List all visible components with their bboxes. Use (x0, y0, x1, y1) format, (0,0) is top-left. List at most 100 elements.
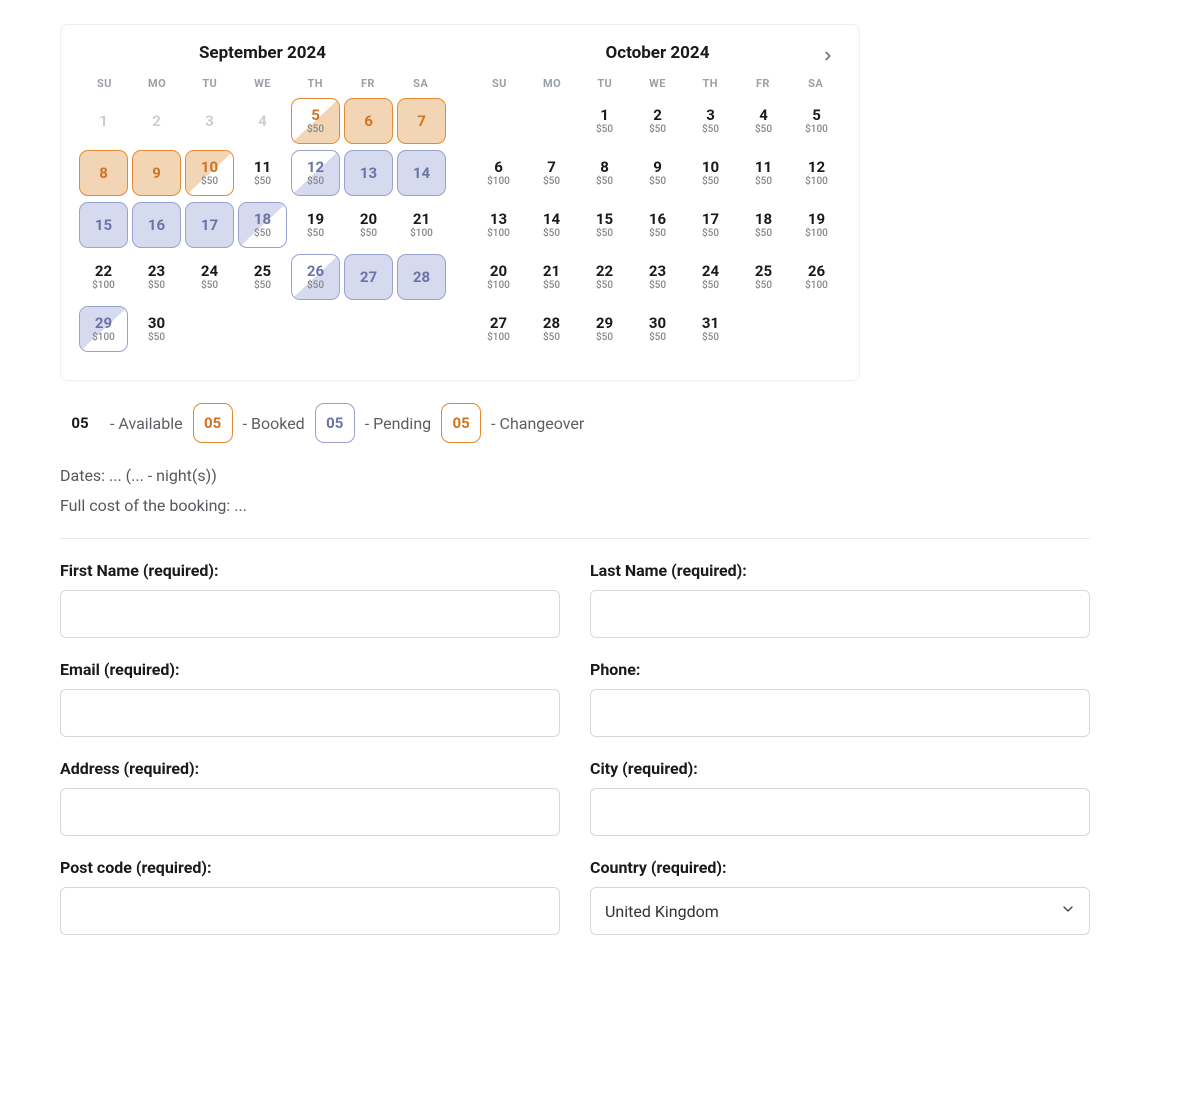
next-month-button[interactable] (815, 43, 841, 69)
day-cell[interactable]: 27$100 (474, 306, 523, 352)
day-cell[interactable]: 26$50 (291, 254, 340, 300)
day-price: $50 (307, 280, 324, 291)
day-cell[interactable]: 28$50 (527, 306, 576, 352)
day-cell[interactable]: 16$50 (633, 202, 682, 248)
day-cell[interactable]: 7$50 (527, 150, 576, 196)
day-number: 7 (547, 159, 556, 176)
day-cell[interactable]: 25$50 (238, 254, 287, 300)
day-price: $100 (92, 332, 115, 343)
weekday-label: SU (474, 77, 525, 90)
day-cell[interactable]: 22$50 (580, 254, 629, 300)
day-number: 27 (490, 315, 507, 332)
day-cell[interactable]: 31$50 (686, 306, 735, 352)
day-cell[interactable]: 29$100 (79, 306, 128, 352)
day-cell[interactable]: 22$100 (79, 254, 128, 300)
day-number: 21 (413, 211, 430, 228)
weekday-label: FR (343, 77, 394, 90)
day-cell[interactable]: 11$50 (739, 150, 788, 196)
day-price: $50 (543, 280, 560, 291)
day-cell[interactable]: 17$50 (686, 202, 735, 248)
legend-chip-changeover: 05 (441, 403, 481, 443)
day-cell[interactable]: 23$50 (633, 254, 682, 300)
day-number: 5 (812, 107, 821, 124)
day-price: $50 (596, 332, 613, 343)
day-number: 4 (258, 113, 267, 130)
day-cell[interactable]: 12$100 (792, 150, 841, 196)
day-cell[interactable]: 24$50 (686, 254, 735, 300)
post-code-input[interactable] (60, 887, 560, 935)
day-number: 2 (152, 113, 161, 130)
day-number: 2 (653, 107, 662, 124)
day-price: $50 (307, 124, 324, 135)
day-cell[interactable]: 10$50 (686, 150, 735, 196)
day-cell[interactable]: 21$100 (397, 202, 446, 248)
last-name-input[interactable] (590, 590, 1090, 638)
day-price: $50 (254, 228, 271, 239)
day-cell[interactable]: 5$100 (792, 98, 841, 144)
day-cell[interactable]: 26$100 (792, 254, 841, 300)
day-price: $50 (649, 332, 666, 343)
day-number: 3 (706, 107, 715, 124)
day-cell[interactable]: 19$100 (792, 202, 841, 248)
day-cell[interactable]: 20$100 (474, 254, 523, 300)
label-last-name: Last Name (required): (590, 561, 1090, 580)
day-cell: 8 (79, 150, 128, 196)
day-cell[interactable]: 3$50 (686, 98, 735, 144)
city-input[interactable] (590, 788, 1090, 836)
day-price: $100 (805, 280, 828, 291)
email-input[interactable] (60, 689, 560, 737)
day-cell[interactable]: 12$50 (291, 150, 340, 196)
day-cell[interactable]: 24$50 (185, 254, 234, 300)
day-number: 16 (649, 211, 666, 228)
day-cell[interactable]: 9$50 (633, 150, 682, 196)
day-number: 25 (254, 263, 271, 280)
day-cell[interactable]: 21$50 (527, 254, 576, 300)
day-cell[interactable]: 4$50 (739, 98, 788, 144)
day-price: $50 (201, 280, 218, 291)
day-price: $50 (307, 176, 324, 187)
first-name-input[interactable] (60, 590, 560, 638)
day-price: $50 (755, 176, 772, 187)
legend-label-booked: - Booked (243, 414, 305, 433)
day-number: 22 (95, 263, 112, 280)
country-select[interactable]: United Kingdom (590, 887, 1090, 935)
legend-label-changeover: - Changeover (491, 414, 584, 433)
day-cell[interactable]: 14$50 (527, 202, 576, 248)
day-cell[interactable]: 6$100 (474, 150, 523, 196)
day-cell[interactable]: 13$100 (474, 202, 523, 248)
day-cell[interactable]: 18$50 (238, 202, 287, 248)
day-cell[interactable]: 30$50 (132, 306, 181, 352)
day-cell[interactable]: 11$50 (238, 150, 287, 196)
day-cell[interactable]: 1$50 (580, 98, 629, 144)
day-number: 19 (808, 211, 825, 228)
day-number: 13 (490, 211, 507, 228)
day-cell[interactable]: 18$50 (739, 202, 788, 248)
day-number: 26 (307, 263, 324, 280)
phone-input[interactable] (590, 689, 1090, 737)
day-price: $50 (649, 176, 666, 187)
day-cell[interactable]: 8$50 (580, 150, 629, 196)
day-number: 31 (702, 315, 719, 332)
day-cell[interactable]: 10$50 (185, 150, 234, 196)
day-cell[interactable]: 15$50 (580, 202, 629, 248)
address-input[interactable] (60, 788, 560, 836)
day-cell[interactable]: 5$50 (291, 98, 340, 144)
day-cell[interactable]: 25$50 (739, 254, 788, 300)
day-cell: 1 (79, 98, 128, 144)
label-first-name: First Name (required): (60, 561, 560, 580)
month-october: October 2024 SUMOTUWETHFRSA 1$502$503$50… (474, 43, 841, 352)
day-cell[interactable]: 23$50 (132, 254, 181, 300)
day-cell[interactable]: 19$50 (291, 202, 340, 248)
day-cell: 17 (185, 202, 234, 248)
day-empty (792, 306, 841, 352)
day-cell[interactable]: 2$50 (633, 98, 682, 144)
day-number: 13 (360, 165, 377, 182)
day-cell[interactable]: 29$50 (580, 306, 629, 352)
day-price: $50 (702, 124, 719, 135)
day-cell[interactable]: 30$50 (633, 306, 682, 352)
day-cell[interactable]: 20$50 (344, 202, 393, 248)
legend-chip-booked: 05 (193, 403, 233, 443)
calendar-legend: 05 - Available 05 - Booked 05 - Pending … (60, 403, 1140, 443)
day-price: $50 (755, 124, 772, 135)
day-price: $50 (649, 124, 666, 135)
